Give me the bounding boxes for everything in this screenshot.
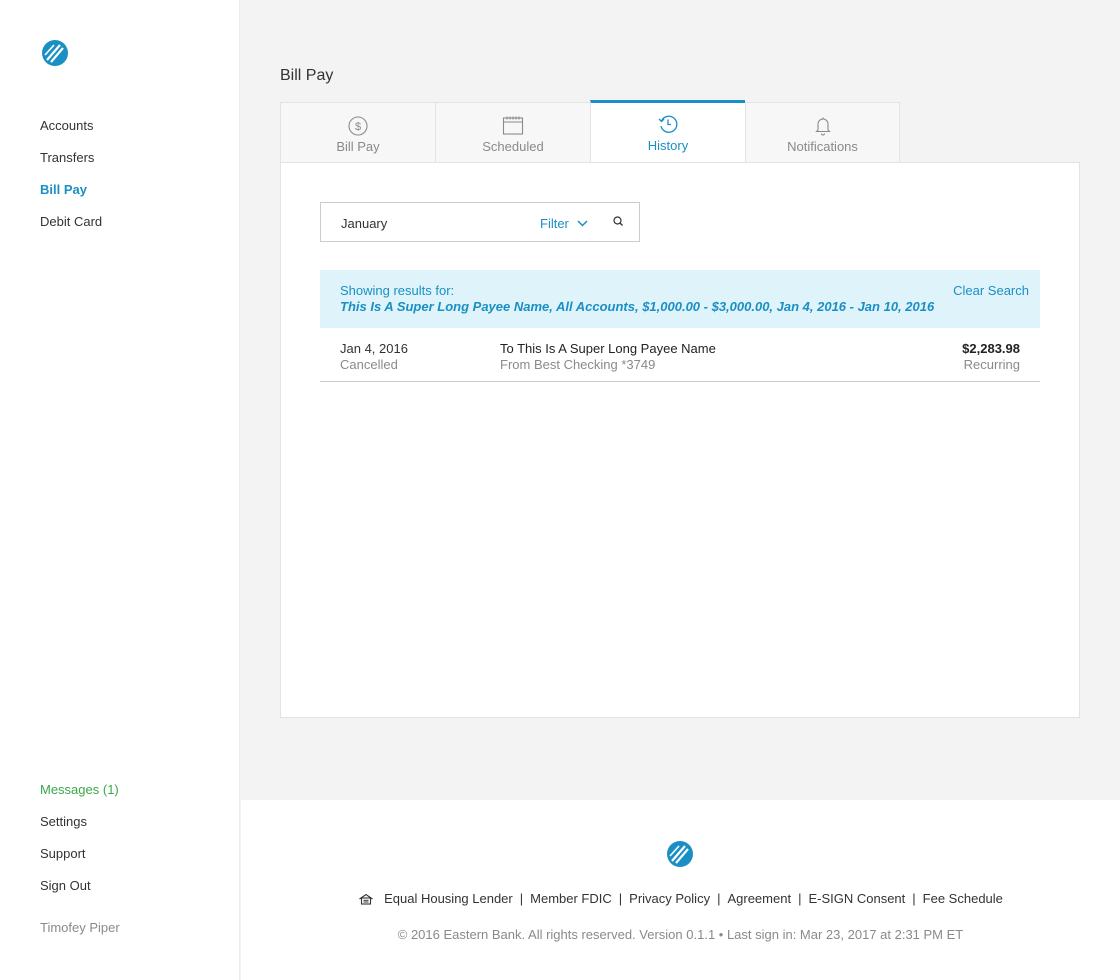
nav-item-debit-card[interactable]: Debit Card <box>40 214 102 230</box>
payment-amount: $2,283.98 <box>962 341 1020 356</box>
footer-link-member-fdic[interactable]: Member FDIC <box>530 891 612 906</box>
dollar-circle-icon: $ <box>348 116 368 136</box>
tab-bill-pay[interactable]: $ Bill Pay <box>280 102 435 163</box>
footer-link-fee-schedule[interactable]: Fee Schedule <box>923 891 1003 906</box>
tab-label: Notifications <box>787 139 858 154</box>
payee-name: To This Is A Super Long Payee Name <box>500 341 716 356</box>
search-results-banner: Showing results for: This Is A Super Lon… <box>320 270 1040 328</box>
separator: | <box>798 891 802 906</box>
tab-scheduled[interactable]: Scheduled <box>435 102 590 163</box>
tab-history[interactable]: History <box>590 100 745 163</box>
tab-label: Scheduled <box>482 139 544 154</box>
payment-date: Jan 4, 2016 <box>340 341 408 356</box>
svg-text:$: $ <box>355 121 361 133</box>
history-icon <box>658 115 678 133</box>
separator: | <box>912 891 916 906</box>
nav-item-transfers[interactable]: Transfers <box>40 150 102 166</box>
tab-label: Bill Pay <box>336 139 380 154</box>
footer: Equal Housing Lender | Member FDIC | Privacy… <box>241 800 1120 980</box>
history-search-box[interactable]: January Filter <box>320 202 640 242</box>
nav-item-sign-out[interactable]: Sign Out <box>40 878 119 894</box>
chevron-down-icon <box>577 220 588 227</box>
tab-label: History <box>647 138 689 153</box>
user-name: Timofey Piper <box>40 920 120 935</box>
equal-housing-icon <box>359 893 373 905</box>
search-input[interactable]: January <box>341 216 387 231</box>
footer-link-agreement[interactable]: Agreement <box>727 891 791 906</box>
separator: | <box>618 891 623 906</box>
footer-link-privacy-policy[interactable]: Privacy Policy <box>629 891 710 906</box>
from-account: From Best Checking *3749 <box>500 357 656 372</box>
nav-item-accounts[interactable]: Accounts <box>40 118 102 134</box>
filter-label: Filter <box>540 216 569 231</box>
results-label: Showing results for: <box>340 283 455 298</box>
payment-status: Cancelled <box>340 357 398 372</box>
nav-item-settings[interactable]: Settings <box>40 814 119 830</box>
bank-logo-icon <box>667 841 693 867</box>
clear-search-link[interactable]: Clear Search <box>953 283 1029 298</box>
filter-button[interactable]: Filter <box>540 216 588 231</box>
footer-link-equal-housing[interactable]: Equal Housing Lender <box>384 891 513 906</box>
nav-item-support[interactable]: Support <box>40 846 119 862</box>
copyright-text: © 2016 Eastern Bank. All rights reserved… <box>397 927 964 942</box>
payment-frequency: Recurring <box>963 357 1020 372</box>
bill-pay-tabs: $ Bill Pay Scheduled History Notificatio <box>280 100 900 165</box>
page-title: Bill Pay <box>280 67 334 84</box>
tab-notifications[interactable]: Notifications <box>745 102 900 163</box>
search-icon[interactable] <box>611 214 627 230</box>
main-nav: Accounts Transfers Bill Pay Debit Card <box>40 118 102 246</box>
footer-link-esign-consent[interactable]: E-SIGN Consent <box>808 891 905 906</box>
secondary-nav: Messages (1) Settings Support Sign Out <box>40 782 119 910</box>
nav-item-bill-pay[interactable]: Bill Pay <box>40 182 102 198</box>
history-row[interactable]: Jan 4, 2016 Cancelled To This Is A Super… <box>320 328 1040 382</box>
nav-item-messages[interactable]: Messages (1) <box>40 782 119 798</box>
bank-logo-icon[interactable] <box>40 40 70 66</box>
sidebar: Accounts Transfers Bill Pay Debit Card M… <box>0 0 240 980</box>
separator: | <box>717 891 721 906</box>
separator: | <box>519 891 524 906</box>
bell-icon <box>814 117 831 136</box>
history-panel: January Filter Showing results for: This… <box>280 162 1080 718</box>
footer-links: Equal Housing Lender | Member FDIC | Privacy… <box>241 891 1120 906</box>
calendar-icon <box>502 116 524 135</box>
results-query: This Is A Super Long Payee Name, All Acc… <box>340 299 935 314</box>
